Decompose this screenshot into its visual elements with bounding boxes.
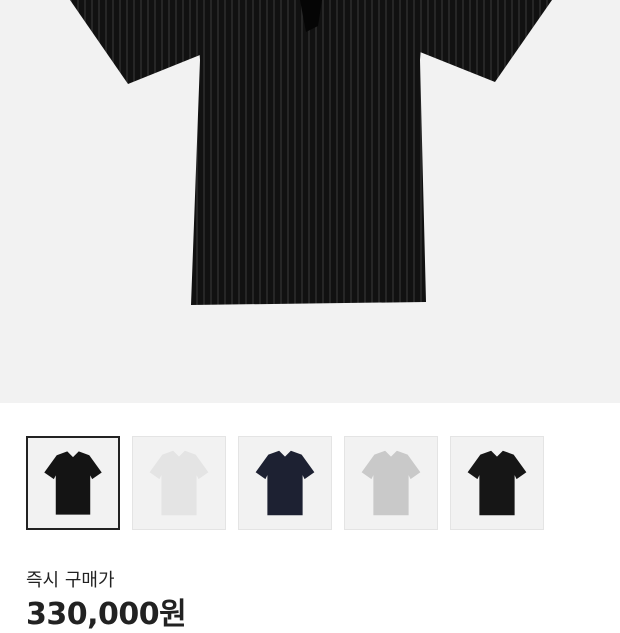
thumbnail-black[interactable] bbox=[26, 436, 120, 530]
left-sleeve bbox=[70, 0, 205, 84]
instant-buy-price: 330,000원 bbox=[26, 597, 187, 632]
right-sleeve bbox=[418, 0, 552, 82]
black-polo-thumbnail-alt bbox=[467, 450, 527, 516]
navy-polo-thumbnail bbox=[255, 450, 315, 516]
shirt-body bbox=[191, 0, 426, 305]
thumbnail-white[interactable] bbox=[132, 436, 226, 530]
white-polo-thumbnail bbox=[149, 450, 209, 516]
thumbnail-light-gray[interactable] bbox=[344, 436, 438, 530]
thumbnail-navy[interactable] bbox=[238, 436, 332, 530]
main-product-image bbox=[0, 0, 620, 403]
black-polo-thumbnail bbox=[44, 451, 102, 515]
polo-shirt-illustration bbox=[70, 0, 552, 305]
light-gray-polo-thumbnail bbox=[361, 450, 421, 516]
thumbnail-gallery bbox=[26, 436, 544, 530]
instant-buy-price-label: 즉시 구매가 bbox=[26, 570, 115, 591]
thumbnail-black-alt[interactable] bbox=[450, 436, 544, 530]
